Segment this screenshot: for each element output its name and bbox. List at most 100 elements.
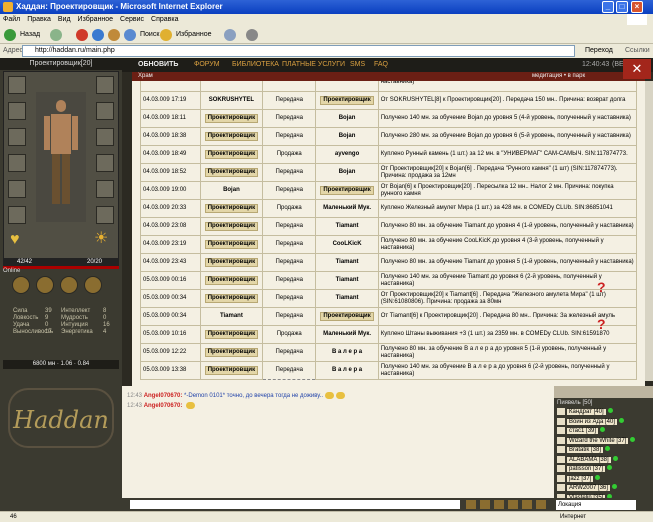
mail-button[interactable] <box>224 27 236 42</box>
log-to-text: Проектировщик <box>320 186 374 195</box>
user-name[interactable]: ALABAMA [38] <box>567 456 611 463</box>
home-button[interactable] <box>108 27 120 42</box>
menu-file[interactable]: Файл <box>3 16 20 23</box>
user-list-item[interactable]: Wizard the White [37] <box>557 436 636 445</box>
user-name[interactable]: Bratatik [38] <box>567 447 604 454</box>
shield-slot[interactable] <box>96 102 114 120</box>
user-name[interactable]: jazz [37] <box>567 475 594 482</box>
user-list-item[interactable]: Воин из Ада [40] <box>557 417 624 426</box>
log-row: наставника) <box>140 81 638 92</box>
print-button[interactable] <box>246 27 258 42</box>
log-to: В а л е р а <box>315 343 379 362</box>
log-scrollbar[interactable] <box>645 81 653 381</box>
send-button[interactable] <box>466 500 476 509</box>
log-action: Передача <box>262 271 317 290</box>
chat-input[interactable] <box>130 500 460 509</box>
character-name[interactable]: Проектировщик[20] <box>0 58 122 70</box>
gloves-slot[interactable] <box>8 180 26 198</box>
address-input[interactable]: http://haddan.ru/main.php <box>22 45 575 57</box>
user-info-icon[interactable] <box>557 455 565 463</box>
user-info-icon[interactable] <box>557 436 565 444</box>
user-info-icon[interactable] <box>557 446 565 453</box>
users-location: Пиявель [50] <box>557 400 593 406</box>
log-from-text: Проектировщик <box>204 240 259 249</box>
ring-slot[interactable] <box>8 206 26 224</box>
sms-link[interactable]: SMS <box>350 58 365 72</box>
user-name[interactable]: Воин из Ада [40] <box>567 418 617 425</box>
library-link[interactable]: БИБЛИОТЕКА <box>232 58 279 72</box>
forum-link[interactable]: ФОРУМ <box>194 58 220 72</box>
belt-slot[interactable] <box>8 154 26 172</box>
user-name[interactable]: стас1 [39] <box>567 428 599 435</box>
menu-tools[interactable]: Сервис <box>120 16 144 23</box>
log-to: В а л е р а <box>315 361 379 380</box>
log-msg-text: Получено 140 мн. за обучение Bojan до ур… <box>380 115 631 121</box>
log-to: Bojan <box>315 127 379 146</box>
weapon-slot[interactable] <box>96 76 114 94</box>
menu-view[interactable]: Вид <box>58 16 71 23</box>
menu-edit[interactable]: Правка <box>27 16 51 23</box>
refresh-button[interactable] <box>92 27 104 42</box>
helmet-slot[interactable] <box>8 76 26 94</box>
user-info-icon[interactable] <box>557 484 565 491</box>
forward-button[interactable] <box>50 27 62 42</box>
user-info-icon[interactable] <box>557 474 565 482</box>
refresh-link[interactable]: ОБНОВИТЬ <box>138 58 178 72</box>
log-date: 05.03.009 10:16 <box>140 325 201 344</box>
user-list-item[interactable]: ALABAMA [38] <box>557 455 618 464</box>
close-window-button[interactable]: × <box>631 1 643 13</box>
log-date-text: 04.03.009 23:19 <box>143 241 187 247</box>
user-list-item[interactable]: patisson [37] <box>557 465 613 473</box>
user-name[interactable]: ARW2007 [36] <box>567 485 610 492</box>
user-info-icon[interactable] <box>557 408 565 415</box>
action-button-2[interactable] <box>36 276 54 294</box>
chat-tool-button-3[interactable] <box>508 500 518 509</box>
user-list-item[interactable]: Bratatik [38] <box>557 446 611 454</box>
ring2-slot[interactable] <box>96 206 114 224</box>
chat-tool-button-5[interactable] <box>536 500 546 509</box>
bracer-slot[interactable] <box>96 128 114 146</box>
chat-nick[interactable]: Angel070670: <box>144 393 183 399</box>
log-action-text: Передача <box>275 295 303 301</box>
user-list-item[interactable]: стас1 [39] <box>557 427 606 435</box>
action-button-1[interactable] <box>12 276 30 294</box>
user-list-item[interactable]: ARW2007 [36] <box>557 484 617 492</box>
user-list-item[interactable]: jazz [37] <box>557 474 601 483</box>
chat-tool-button-1[interactable] <box>480 500 490 509</box>
log-row: 05.03.009 00:16 Проектировщик Передача Tiam… <box>140 271 638 290</box>
maximize-button[interactable]: □ <box>616 1 628 13</box>
amulet-slot[interactable] <box>8 102 26 120</box>
log-msg: От Bojan[6] к Проектировщик[20] . Пересы… <box>377 181 638 200</box>
search-button[interactable]: Поиск <box>124 27 159 42</box>
action-button-3[interactable] <box>60 276 78 294</box>
menu-favorites[interactable]: Избранное <box>78 16 113 23</box>
favorites-button[interactable]: Избранное <box>160 27 211 42</box>
user-info-icon[interactable] <box>557 465 565 472</box>
armor-slot[interactable] <box>8 128 26 146</box>
user-name[interactable]: patisson [37] <box>567 466 606 473</box>
user-info-icon[interactable] <box>557 417 565 425</box>
user-info-icon[interactable] <box>557 427 565 434</box>
action-button-4[interactable] <box>84 276 102 294</box>
log-date-text: 05.03.009 00:16 <box>143 277 187 283</box>
chat-tool-button-4[interactable] <box>522 500 532 509</box>
pants-slot[interactable] <box>96 154 114 172</box>
close-icon[interactable]: ✕ <box>623 59 651 79</box>
user-name[interactable]: Кандрат [40] <box>567 409 606 416</box>
paid-services-link[interactable]: ПЛАТНЫЕ УСЛУГИ <box>282 58 345 72</box>
log-date: 05.03.009 00:34 <box>140 307 201 326</box>
minimize-button[interactable]: _ <box>602 1 614 13</box>
go-button[interactable]: Переход <box>585 44 613 58</box>
links-label[interactable]: Ссылки <box>625 44 650 58</box>
location-links[interactable]: медитация • в парк <box>532 72 585 81</box>
boots-slot[interactable] <box>96 180 114 198</box>
chat-nick[interactable]: Angel070670: <box>144 403 183 409</box>
location-select[interactable]: Локация <box>556 500 636 510</box>
back-button[interactable]: Назад <box>4 27 40 42</box>
stop-button[interactable] <box>76 27 88 42</box>
chat-tool-button-2[interactable] <box>494 500 504 509</box>
user-list-item[interactable]: Кандрат [40] <box>557 408 613 416</box>
faq-link[interactable]: FAQ <box>374 58 388 72</box>
menu-help[interactable]: Справка <box>151 16 178 23</box>
user-name[interactable]: Wizard the White [37] <box>567 437 629 444</box>
